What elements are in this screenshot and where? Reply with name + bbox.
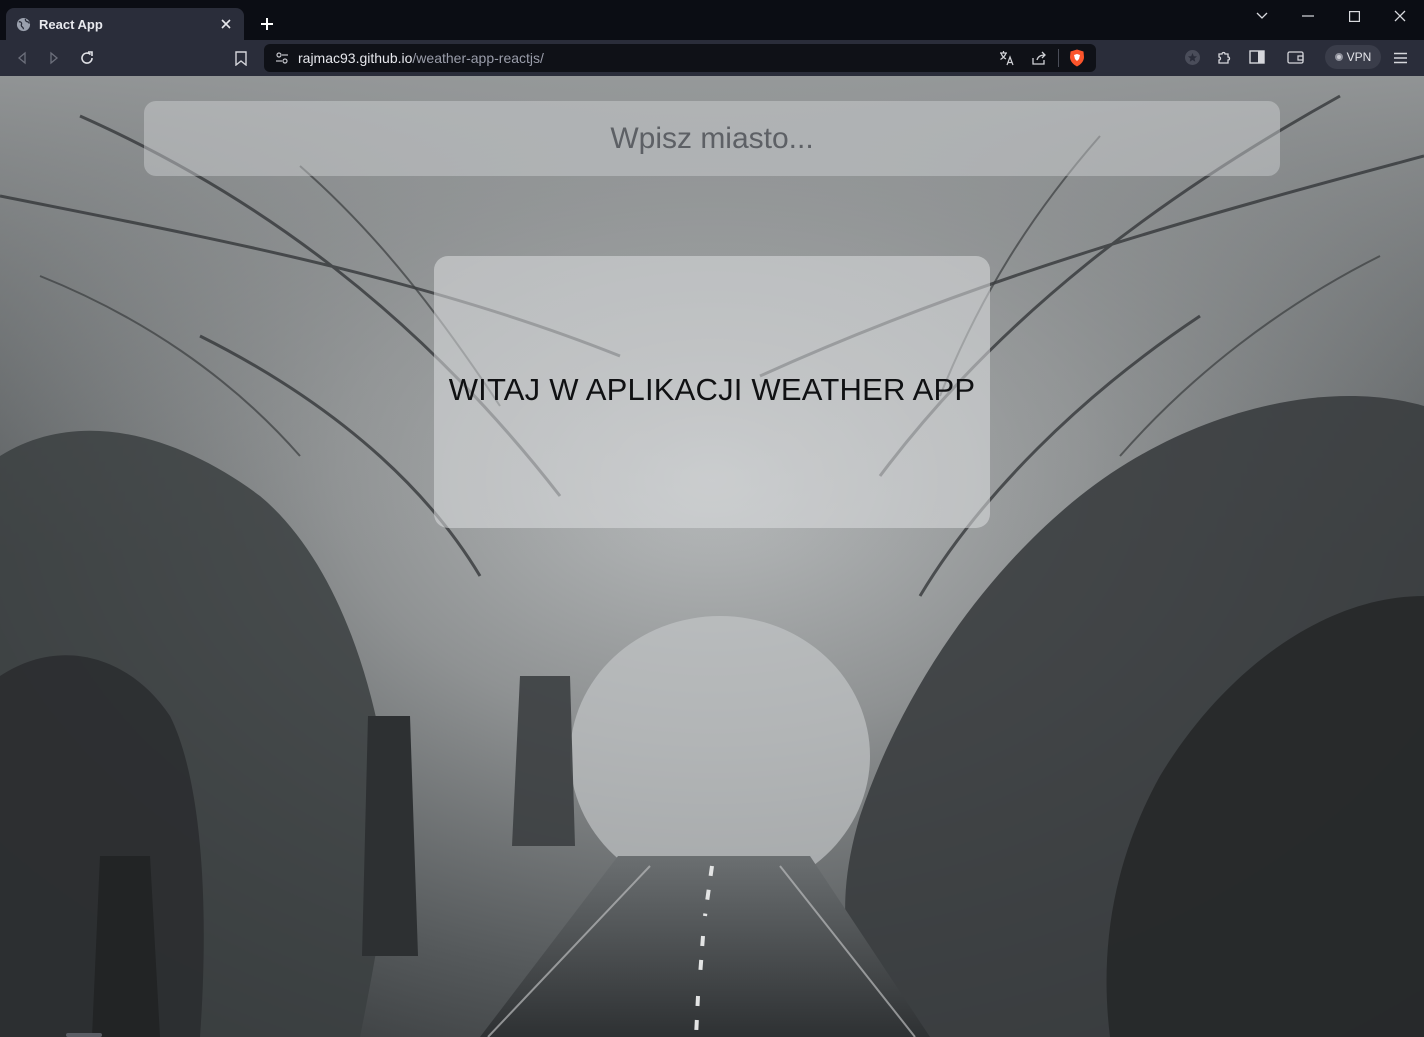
omnibox-divider	[1058, 49, 1059, 67]
browser-tab[interactable]: React App	[6, 8, 244, 40]
welcome-title: WITAJ W APLIKACJI WEATHER APP	[448, 372, 976, 407]
url-text: rajmac93.github.io/weather-app-reactjs/	[298, 50, 544, 66]
forward-icon[interactable]	[42, 46, 66, 70]
tab-title: React App	[39, 16, 103, 32]
reload-icon[interactable]	[75, 46, 99, 70]
chevron-down-icon[interactable]	[1239, 4, 1285, 28]
back-icon[interactable]	[10, 46, 34, 70]
site-info-icon[interactable]	[275, 51, 289, 70]
address-bar[interactable]: rajmac93.github.io/weather-app-reactjs/	[264, 44, 1096, 72]
foggy-forest-background	[0, 76, 1424, 1037]
vpn-status-dot	[1334, 53, 1343, 61]
title-bar: React App	[0, 0, 1424, 40]
minimize-icon[interactable]	[1285, 4, 1331, 28]
bookmark-icon[interactable]	[229, 46, 253, 70]
share-icon[interactable]	[1031, 50, 1047, 71]
welcome-card: WITAJ W APLIKACJI WEATHER APP	[434, 256, 990, 528]
extensions-icon[interactable]	[1216, 49, 1233, 71]
close-icon[interactable]	[218, 16, 234, 32]
globe-icon	[16, 17, 31, 32]
maximize-icon[interactable]	[1331, 4, 1377, 28]
wallet-icon[interactable]	[1287, 50, 1304, 69]
vpn-label: VPN	[1346, 50, 1372, 64]
translate-icon[interactable]	[999, 50, 1015, 71]
sidebar-icon[interactable]	[1249, 50, 1265, 69]
vpn-button[interactable]: VPN	[1325, 45, 1381, 69]
url-path: /weather-app-reactjs/	[412, 50, 544, 66]
menu-icon[interactable]	[1393, 51, 1408, 69]
rewards-icon[interactable]	[1184, 49, 1201, 71]
plus-icon[interactable]	[256, 13, 278, 35]
city-search-input[interactable]	[144, 101, 1280, 176]
page-viewport: WITAJ W APLIKACJI WEATHER APP	[0, 76, 1424, 1037]
close-icon[interactable]	[1377, 4, 1423, 28]
horizontal-scrollbar-thumb[interactable]	[66, 1033, 102, 1037]
brave-shield-icon[interactable]	[1069, 49, 1085, 72]
url-domain: rajmac93.github.io	[298, 50, 413, 66]
